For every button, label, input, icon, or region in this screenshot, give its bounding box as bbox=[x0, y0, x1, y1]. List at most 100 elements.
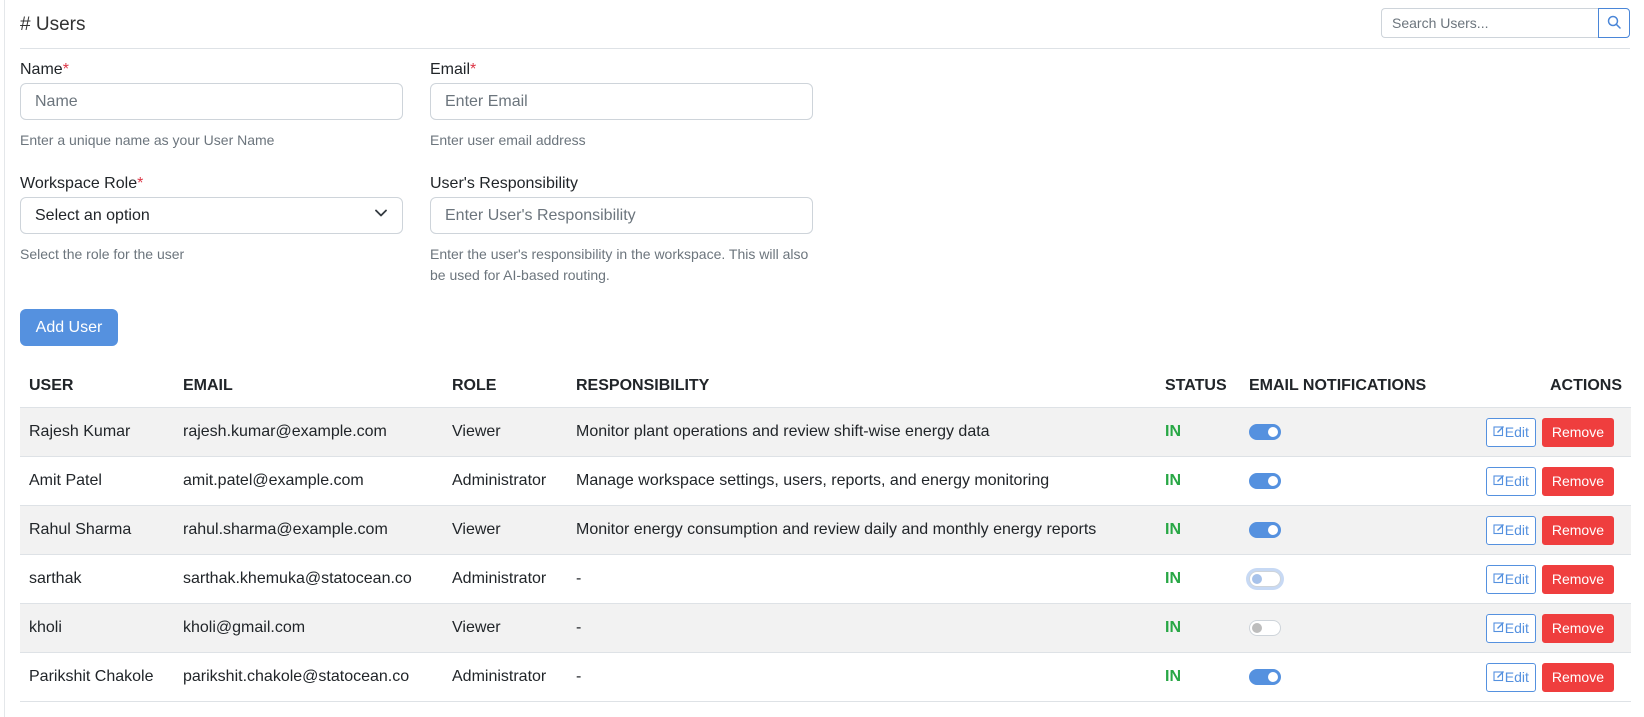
user-email-cell: kholi@gmail.com bbox=[174, 603, 443, 653]
user-role-cell: Viewer bbox=[443, 407, 567, 457]
edit-label: Edit bbox=[1504, 424, 1529, 440]
email-notifications-toggle[interactable] bbox=[1249, 521, 1281, 538]
edit-icon bbox=[1493, 473, 1505, 489]
notifications-cell bbox=[1240, 652, 1444, 702]
email-notifications-toggle[interactable] bbox=[1249, 619, 1281, 636]
actions-cell: Edit Remove bbox=[1444, 603, 1631, 653]
user-email-cell: rajesh.kumar@example.com bbox=[174, 407, 443, 457]
role-help: Select the role for the user bbox=[20, 246, 185, 262]
user-responsibility-cell: Monitor energy consumption and review da… bbox=[567, 505, 1156, 555]
status-badge: IN bbox=[1165, 521, 1181, 538]
edit-button[interactable]: Edit bbox=[1485, 417, 1536, 447]
edit-button[interactable]: Edit bbox=[1485, 515, 1536, 545]
add-user-button[interactable]: Add User bbox=[20, 309, 118, 346]
remove-button[interactable]: Remove bbox=[1541, 564, 1614, 594]
search-bar bbox=[1381, 8, 1630, 38]
search-button[interactable] bbox=[1598, 8, 1630, 38]
role-select[interactable]: Select an option bbox=[20, 197, 403, 234]
notifications-cell bbox=[1240, 603, 1444, 653]
name-input[interactable] bbox=[20, 83, 403, 120]
edit-label: Edit bbox=[1504, 571, 1529, 587]
table-header-row: USER EMAIL ROLE RESPONSIBILITY STATUS EM… bbox=[20, 365, 1631, 408]
actions-cell: Edit Remove bbox=[1444, 407, 1631, 457]
col-actions: ACTIONS bbox=[1444, 365, 1631, 408]
notifications-cell bbox=[1240, 505, 1444, 555]
role-select-value: Select an option bbox=[35, 206, 150, 224]
user-email-cell: parikshit.chakole@statocean.co bbox=[174, 652, 443, 702]
edit-button[interactable]: Edit bbox=[1485, 466, 1536, 496]
status-badge: IN bbox=[1165, 619, 1181, 636]
status-badge: IN bbox=[1165, 668, 1181, 685]
table-row: sarthak sarthak.khemuka@statocean.co Admin… bbox=[20, 554, 1631, 604]
user-name-cell: Amit Patel bbox=[20, 456, 174, 506]
user-role-cell: Administrator bbox=[443, 652, 567, 702]
email-notifications-toggle[interactable] bbox=[1249, 668, 1281, 685]
search-input[interactable] bbox=[1381, 8, 1598, 38]
responsibility-field-group: User's Responsibility Enter the user's r… bbox=[430, 175, 813, 290]
user-responsibility-cell: - bbox=[567, 652, 1156, 702]
email-notifications-toggle[interactable] bbox=[1249, 423, 1281, 440]
user-email-cell: sarthak.khemuka@statocean.co bbox=[174, 554, 443, 604]
responsibility-input[interactable] bbox=[430, 197, 813, 234]
remove-button[interactable]: Remove bbox=[1541, 417, 1614, 447]
user-responsibility-cell: Monitor plant operations and review shif… bbox=[567, 407, 1156, 457]
user-status-cell: IN bbox=[1156, 456, 1240, 506]
status-badge: IN bbox=[1165, 472, 1181, 489]
actions-cell: Edit Remove bbox=[1444, 652, 1631, 702]
page-title: # Users bbox=[20, 14, 86, 35]
user-name-cell: sarthak bbox=[20, 554, 174, 604]
actions-cell: Edit Remove bbox=[1444, 554, 1631, 604]
edit-button[interactable]: Edit bbox=[1485, 662, 1536, 692]
user-name-cell: kholi bbox=[20, 603, 174, 653]
responsibility-help: Enter the user's responsibility in the w… bbox=[430, 246, 809, 283]
remove-button[interactable]: Remove bbox=[1541, 466, 1614, 496]
users-table: USER EMAIL ROLE RESPONSIBILITY STATUS EM… bbox=[20, 365, 1631, 702]
edit-button[interactable]: Edit bbox=[1485, 564, 1536, 594]
responsibility-label-text: User's Responsibility bbox=[430, 175, 578, 192]
user-role-cell: Administrator bbox=[443, 456, 567, 506]
user-responsibility-cell: - bbox=[567, 554, 1156, 604]
remove-button[interactable]: Remove bbox=[1541, 613, 1614, 643]
user-status-cell: IN bbox=[1156, 505, 1240, 555]
email-notifications-toggle[interactable] bbox=[1249, 472, 1281, 489]
user-status-cell: IN bbox=[1156, 407, 1240, 457]
email-label-text: Email bbox=[430, 61, 471, 78]
table-row: kholi kholi@gmail.com Viewer - IN Edit Remove bbox=[20, 603, 1631, 653]
user-role-cell: Viewer bbox=[443, 505, 567, 555]
edit-icon bbox=[1493, 571, 1505, 587]
email-field-group: Email* Enter user email address bbox=[430, 61, 813, 151]
email-label: Email* bbox=[430, 61, 813, 79]
name-help: Enter a unique name as your User Name bbox=[20, 132, 275, 148]
required-mark: * bbox=[137, 175, 144, 192]
email-input[interactable] bbox=[430, 83, 813, 120]
user-name-cell: Parikshit Chakole bbox=[20, 652, 174, 702]
actions-cell: Edit Remove bbox=[1444, 456, 1631, 506]
name-label: Name* bbox=[20, 61, 403, 79]
table-row: Parikshit Chakole parikshit.chakole@stato… bbox=[20, 652, 1631, 702]
table-row: Amit Patel amit.patel@example.com Administ… bbox=[20, 456, 1631, 506]
required-mark: * bbox=[470, 61, 477, 78]
user-name-cell: Rajesh Kumar bbox=[20, 407, 174, 457]
status-badge: IN bbox=[1165, 423, 1181, 440]
required-mark: * bbox=[62, 61, 69, 78]
col-status: STATUS bbox=[1156, 365, 1240, 408]
user-email-cell: rahul.sharma@example.com bbox=[174, 505, 443, 555]
page-header: # Users bbox=[20, 8, 1630, 49]
responsibility-label: User's Responsibility bbox=[430, 175, 813, 193]
email-notifications-toggle[interactable] bbox=[1249, 570, 1281, 587]
edit-label: Edit bbox=[1504, 669, 1529, 685]
edit-icon bbox=[1493, 424, 1505, 440]
edit-button[interactable]: Edit bbox=[1485, 613, 1536, 643]
chevron-down-icon bbox=[374, 206, 388, 225]
edit-label: Edit bbox=[1504, 620, 1529, 636]
role-field-group: Workspace Role* Select an option Select … bbox=[20, 175, 403, 265]
table-row: Rajesh Kumar rajesh.kumar@example.com View… bbox=[20, 407, 1631, 457]
col-responsibility: RESPONSIBILITY bbox=[567, 365, 1156, 408]
role-label: Workspace Role* bbox=[20, 175, 403, 193]
remove-button[interactable]: Remove bbox=[1541, 515, 1614, 545]
remove-button[interactable]: Remove bbox=[1541, 662, 1614, 692]
user-status-cell: IN bbox=[1156, 652, 1240, 702]
users-page: # Users Name* Enter a unique name as you… bbox=[0, 0, 1644, 717]
user-name-cell: Rahul Sharma bbox=[20, 505, 174, 555]
user-responsibility-cell: - bbox=[567, 603, 1156, 653]
